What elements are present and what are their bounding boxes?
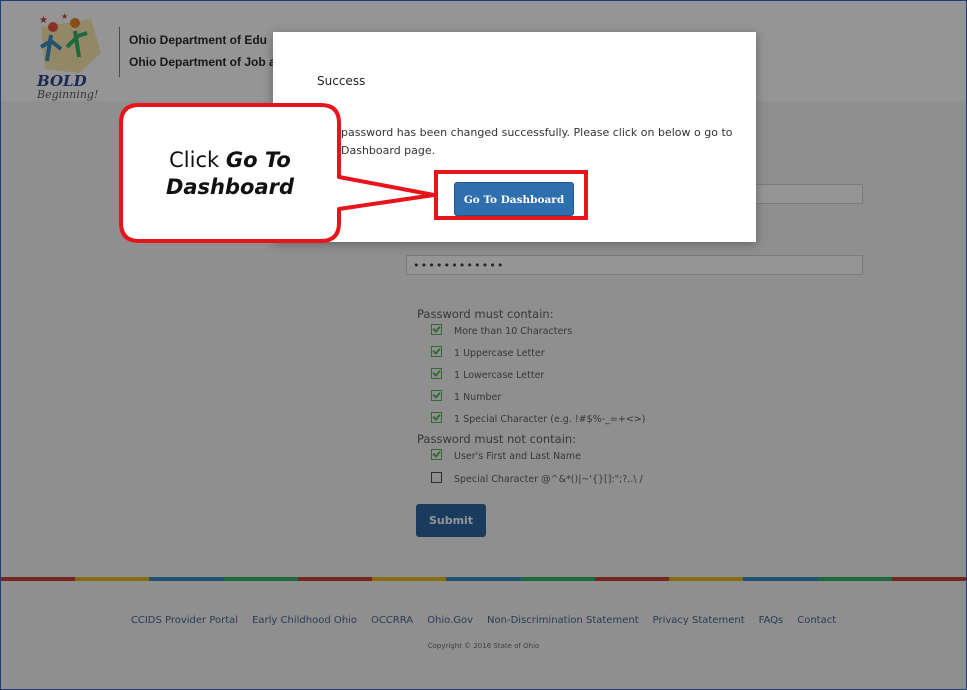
callout-bubble xyxy=(119,103,436,243)
callout-line1: Click xyxy=(169,148,226,172)
callout-line2-bold: Dashboard xyxy=(165,175,295,199)
callout-text: Click Go To Dashboard xyxy=(125,147,335,201)
screenshot-frame: ★ ★ BOLD Beginning! Ohio Department of E… xyxy=(0,0,967,690)
callout-line1-bold: Go To xyxy=(225,148,291,172)
